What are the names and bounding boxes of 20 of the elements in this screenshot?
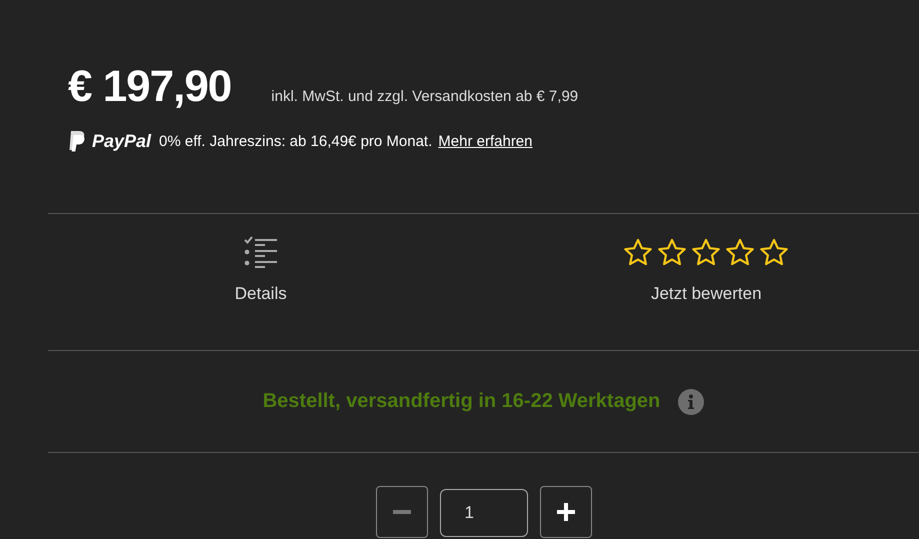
checklist-icon[interactable] (242, 236, 280, 268)
minus-icon (392, 510, 410, 514)
star-icon[interactable] (691, 238, 722, 266)
paypal-wordmark: PayPal (92, 130, 152, 152)
details-label[interactable]: Details (234, 284, 287, 304)
star-icon[interactable] (725, 238, 756, 266)
plus-icon (556, 503, 574, 521)
star-icon[interactable] (657, 238, 688, 266)
info-icon[interactable] (678, 388, 704, 414)
quantity-field[interactable]: 1 (440, 489, 528, 537)
price: € 197,90 (68, 62, 232, 112)
shipping-note: inkl. MwSt. und zzgl. Versandkosten ab € 7,99 (271, 88, 578, 105)
more-info-link[interactable]: Mehr erfahren (438, 132, 532, 150)
star-icon[interactable] (623, 238, 654, 266)
star-icon[interactable] (759, 238, 790, 266)
financing-text: 0% eff. Jahreszins: ab 16,49€ pro Monat. (159, 132, 432, 150)
paypal-logo-icon (68, 130, 86, 152)
increase-button[interactable] (540, 486, 592, 538)
rate-now-label[interactable]: Jetzt bewerten (650, 284, 762, 304)
availability-text: Bestellt, versandfertig in 16-22 Werktagen (262, 390, 660, 413)
